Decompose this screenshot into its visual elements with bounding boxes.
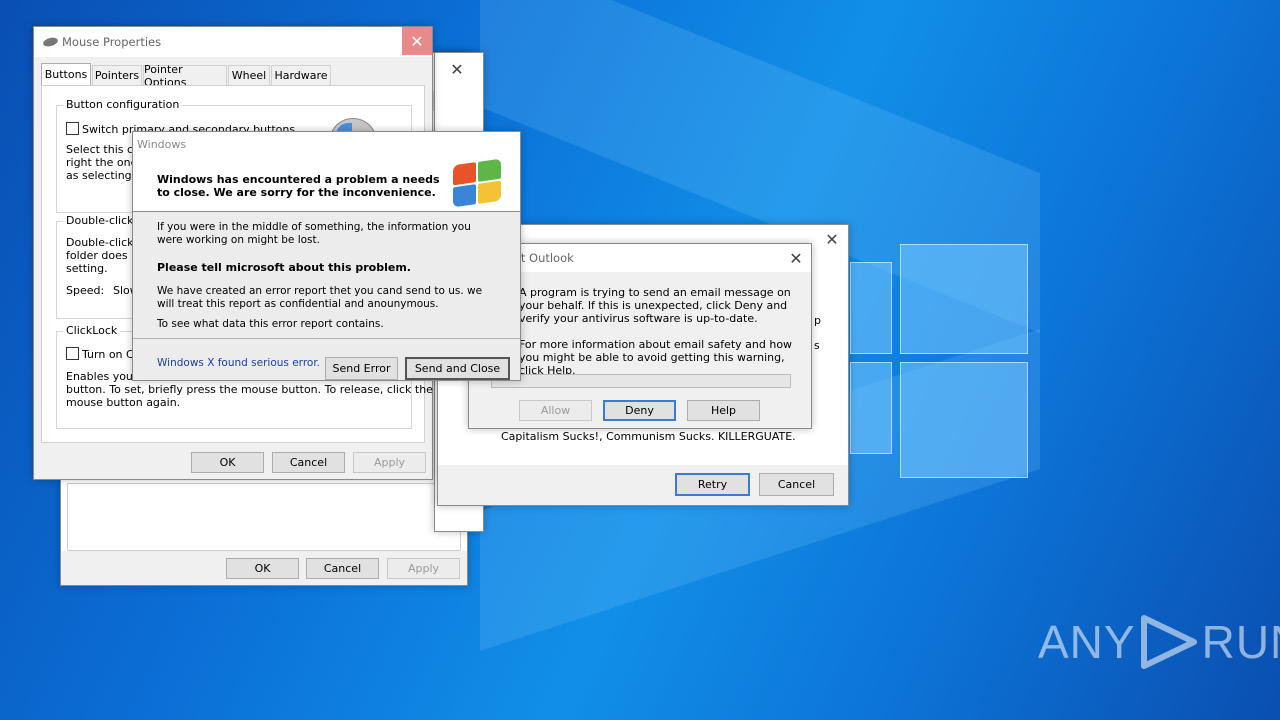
description-line: setting. <box>66 262 108 275</box>
anyrun-watermark: ANY RUN <box>1038 612 1280 672</box>
help-text: For more information about email safety … <box>519 338 793 377</box>
windows-xp-logo-icon <box>453 158 501 210</box>
found-error-link[interactable]: Windows X found serious error. <box>157 357 320 370</box>
message-text: Capitalism Sucks!, Communism Sucks. KILL… <box>501 430 796 443</box>
progress-bar <box>491 374 791 388</box>
warning-text: A program is trying to send an email mes… <box>519 286 791 325</box>
cancel-button[interactable]: Cancel <box>759 473 834 496</box>
group-label: Button configuration <box>63 98 183 111</box>
retry-button[interactable]: Retry <box>675 473 750 496</box>
dialog-title: Windows <box>137 138 187 151</box>
tab-pointer-options[interactable]: Pointer Options <box>143 63 227 89</box>
play-logo-icon <box>1140 615 1197 669</box>
help-button[interactable]: Help <box>687 400 760 421</box>
close-icon[interactable]: ✕ <box>781 244 811 272</box>
tell-microsoft-text: Please tell microsoft about this problem… <box>157 261 411 274</box>
close-icon[interactable]: ✕ <box>445 55 469 83</box>
report-text: We have created an error report thet you… <box>157 285 483 310</box>
switch-buttons-checkbox[interactable] <box>66 122 79 135</box>
window-title: Mouse Properties <box>62 35 162 49</box>
divider <box>133 338 520 339</box>
ok-button[interactable]: OK <box>226 558 299 579</box>
description-line: mouse button again. <box>66 396 181 409</box>
cancel-button[interactable]: Cancel <box>306 558 379 579</box>
apply-button[interactable]: Apply <box>353 452 426 473</box>
tab-hardware[interactable]: Hardware <box>271 65 331 85</box>
send-error-button[interactable]: Send Error <box>325 357 398 380</box>
watermark-text-right: RUN <box>1201 616 1280 668</box>
apply-button[interactable]: Apply <box>387 558 460 579</box>
close-icon[interactable]: ✕ <box>402 27 432 55</box>
tab-buttons[interactable]: Buttons <box>41 63 91 85</box>
clicklock-checkbox[interactable] <box>66 347 79 360</box>
send-and-close-button[interactable]: Send and Close <box>405 357 510 380</box>
window-title: ft Outlook <box>517 251 574 265</box>
clipped-text: p <box>814 314 821 327</box>
tab-wheel[interactable]: Wheel <box>228 65 270 85</box>
content-panel <box>67 483 461 551</box>
deny-button[interactable]: Deny <box>603 400 676 421</box>
see-data-text: To see what data this error report conta… <box>157 318 384 330</box>
info-text: If you were in the middle of something, … <box>157 221 471 246</box>
group-label: ClickLock <box>63 324 121 337</box>
windows-logo-icon <box>850 240 1030 480</box>
tab-strip: Buttons Pointers Pointer Options Wheel H… <box>41 63 425 89</box>
ok-button[interactable]: OK <box>191 452 264 473</box>
mouse-icon <box>42 36 59 48</box>
title-bar: Mouse Properties ✕ <box>34 27 432 57</box>
description-line: button. To set, briefly press the mouse … <box>66 383 433 396</box>
close-icon[interactable]: ✕ <box>818 225 846 253</box>
allow-button[interactable]: Allow <box>519 400 592 421</box>
clipped-text: s <box>814 339 820 352</box>
error-headline: Windows has encountered a problem a need… <box>157 173 440 199</box>
tab-pointers[interactable]: Pointers <box>92 65 142 85</box>
watermark-text-left: ANY <box>1038 616 1136 668</box>
speed-label: Speed: <box>66 284 105 297</box>
cancel-button[interactable]: Cancel <box>272 452 345 473</box>
windows-error-dialog: Windows Windows has encountered a proble… <box>132 131 521 381</box>
